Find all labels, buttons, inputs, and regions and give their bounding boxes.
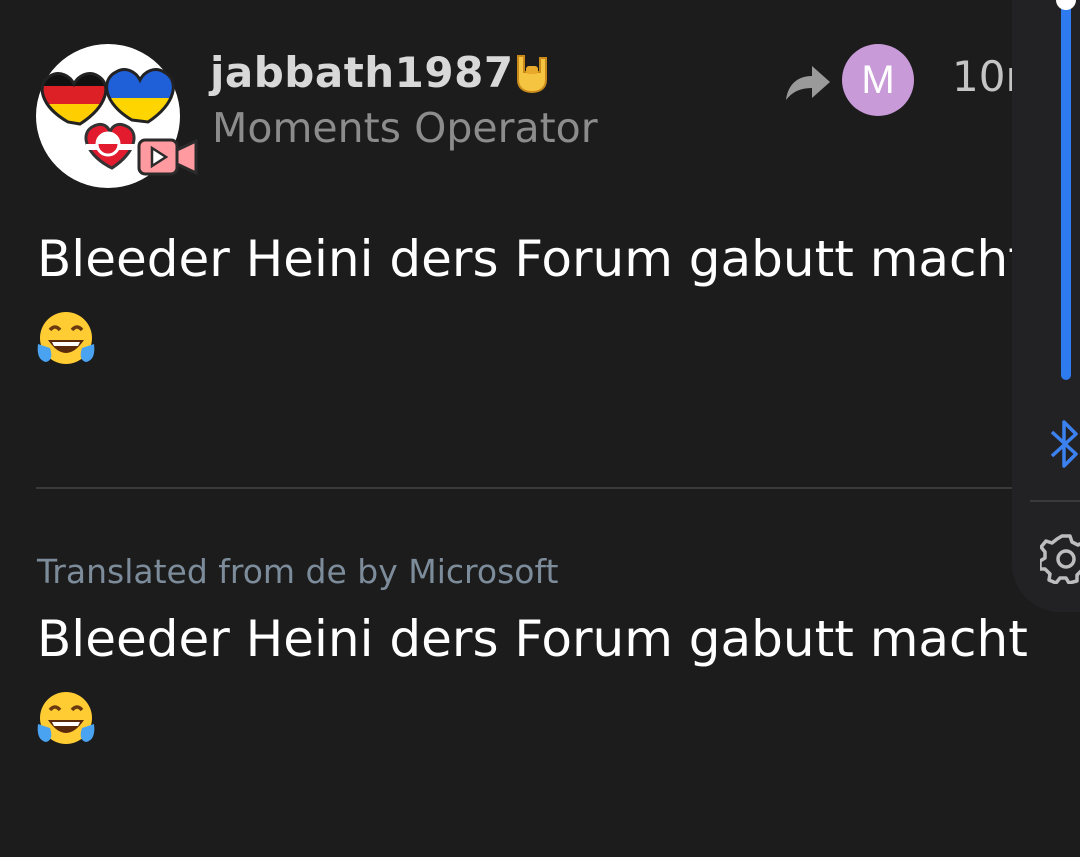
timestamp: 10m xyxy=(952,52,1012,101)
rock-on-hand-icon xyxy=(517,55,547,94)
tears-of-joy-emoji-icon xyxy=(37,312,95,364)
divider xyxy=(36,487,1012,489)
message-text: Bleeder Heini ders Forum gabutt macht xyxy=(37,230,1028,288)
flag-hearts-icon xyxy=(40,68,198,176)
share-icon[interactable] xyxy=(782,60,832,104)
mention-avatar[interactable]: M xyxy=(842,44,914,116)
chat-post: jabbath1987 Moments Operator M 10m Bleed… xyxy=(0,0,1080,857)
user-avatar[interactable] xyxy=(36,44,198,188)
translation-label: Translated from de by Microsoft xyxy=(37,552,559,591)
user-role: Moments Operator xyxy=(212,104,598,152)
tears-of-joy-emoji-icon xyxy=(37,692,95,744)
brightness-slider[interactable] xyxy=(1061,0,1071,380)
panel-divider xyxy=(1030,500,1080,502)
bluetooth-icon[interactable] xyxy=(1046,418,1080,470)
settings-icon[interactable] xyxy=(1040,532,1080,584)
username[interactable]: jabbath1987 xyxy=(210,48,514,97)
translated-message-text: Bleeder Heini ders Forum gabutt macht xyxy=(37,610,1028,668)
